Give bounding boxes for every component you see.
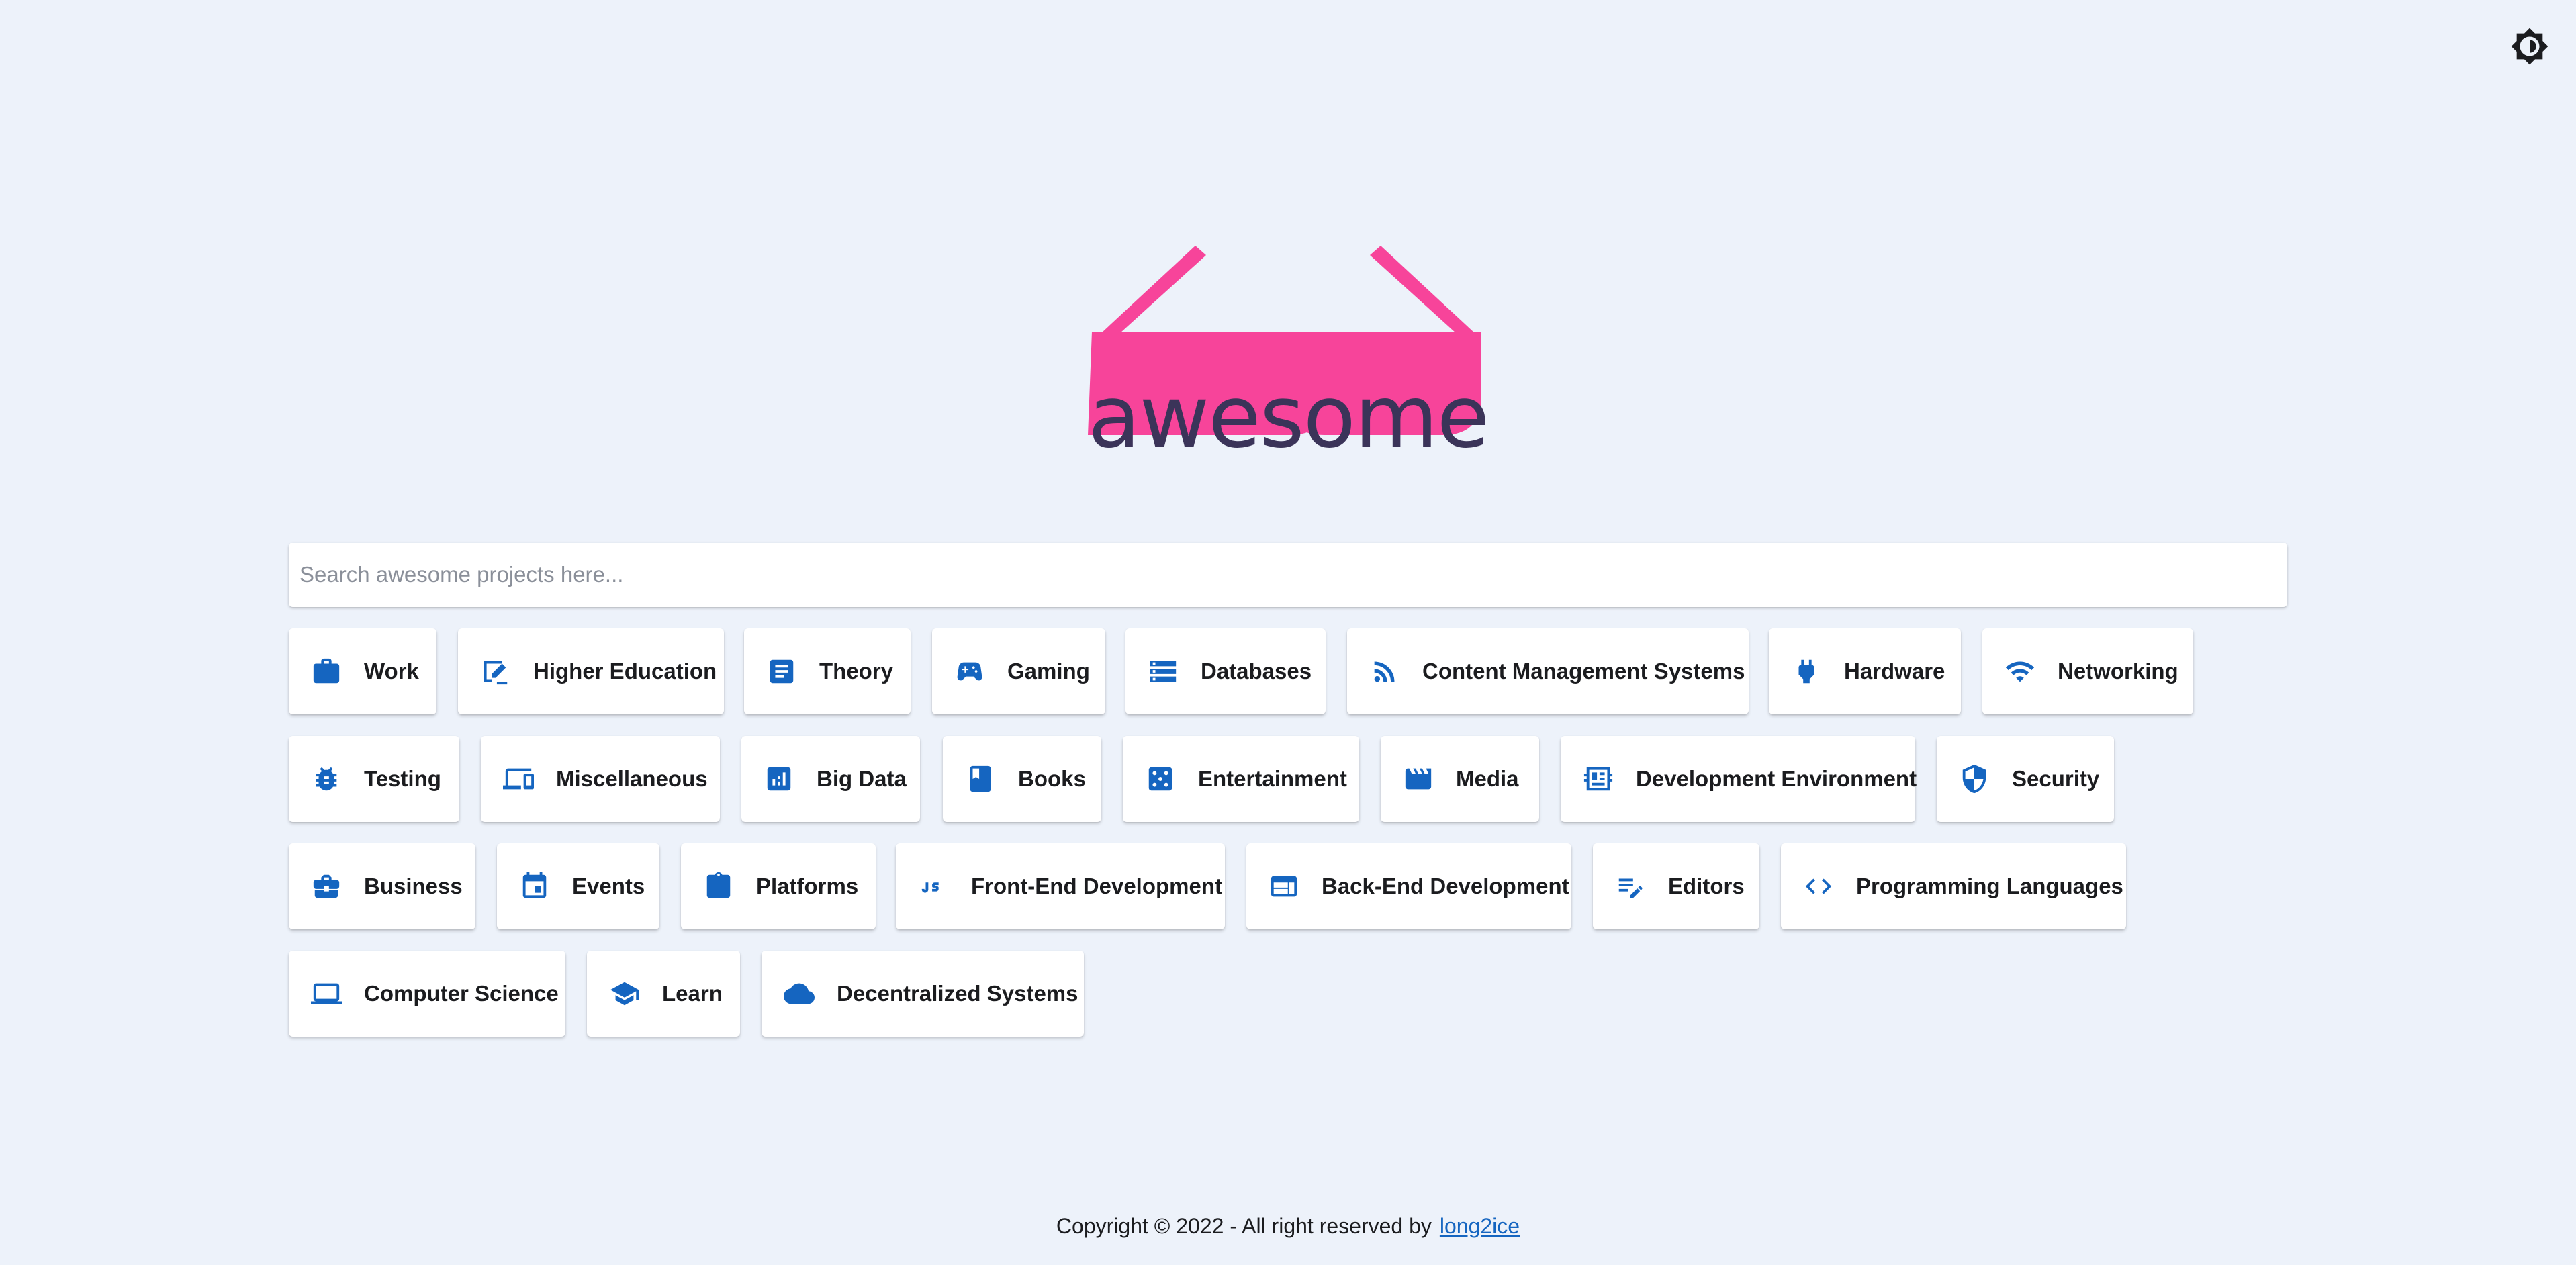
shield-icon	[1958, 763, 1990, 795]
category-label: Business	[364, 874, 463, 898]
category-label: Big Data	[817, 766, 907, 791]
search-bar	[289, 543, 2287, 607]
category-label: Miscellaneous	[556, 766, 708, 791]
category-gaming-button[interactable]: Gaming	[932, 628, 1105, 714]
category-label: Decentralized Systems	[837, 981, 1078, 1006]
category-development-environment-button[interactable]: Development Environment	[1561, 736, 1917, 822]
edit-note-icon	[1614, 870, 1647, 902]
category-label: Back-End Development	[1322, 874, 1569, 898]
category-big-data-button[interactable]: Big Data	[741, 736, 920, 822]
category-testing-button[interactable]: Testing	[289, 736, 459, 822]
category-label: Theory	[819, 659, 894, 684]
devices-icon	[502, 763, 535, 795]
category-computer-science-button[interactable]: Computer Science	[289, 951, 565, 1037]
business-case-icon	[310, 870, 342, 902]
wifi-icon	[2004, 655, 2036, 688]
dashboard-icon	[1582, 763, 1614, 795]
brightness-icon	[2511, 28, 2548, 65]
category-databases-button[interactable]: Databases	[1125, 628, 1326, 714]
category-editors-button[interactable]: Editors	[1593, 843, 1759, 929]
category-label: Hardware	[1844, 659, 1945, 684]
category-label: Security	[2012, 766, 2100, 791]
category-label: Events	[572, 874, 645, 898]
category-platforms-button[interactable]: Platforms	[681, 843, 876, 929]
rss-icon	[1369, 655, 1401, 688]
category-media-button[interactable]: Media	[1381, 736, 1539, 822]
category-business-button[interactable]: Business	[289, 843, 475, 929]
category-back-end-development-button[interactable]: Back-End Development	[1246, 843, 1571, 929]
category-label: Media	[1456, 766, 1519, 791]
logo-wordmark: awesome	[1088, 367, 1489, 467]
draw-icon	[479, 655, 512, 688]
copyright-text: Copyright © 2022 - All right reserved by	[1056, 1214, 1432, 1238]
category-label: Networking	[2058, 659, 2178, 684]
category-label: Computer Science	[364, 981, 559, 1006]
category-label: Platforms	[756, 874, 859, 898]
dice-icon	[1144, 763, 1177, 795]
category-networking-button[interactable]: Networking	[1982, 628, 2193, 714]
category-label: Testing	[364, 766, 441, 791]
category-miscellaneous-button[interactable]: Miscellaneous	[481, 736, 720, 822]
book-icon	[964, 763, 997, 795]
category-front-end-development-button[interactable]: Front-End Development	[896, 843, 1225, 929]
event-icon	[518, 870, 551, 902]
category-label: Development Environment	[1636, 766, 1917, 791]
category-label: Front-End Development	[971, 874, 1223, 898]
category-label: Gaming	[1007, 659, 1090, 684]
category-label: Databases	[1201, 659, 1312, 684]
category-label: Work	[364, 659, 419, 684]
gamepad-icon	[954, 655, 986, 688]
category-label: Entertainment	[1198, 766, 1347, 791]
author-link[interactable]: long2ice	[1440, 1214, 1520, 1238]
theme-toggle-button[interactable]	[2510, 27, 2549, 66]
category-label: Editors	[1668, 874, 1745, 898]
category-higher-education-button[interactable]: Higher Education	[458, 628, 724, 714]
chart-icon	[763, 763, 795, 795]
search-input[interactable]	[289, 543, 2287, 607]
briefcase-icon	[310, 655, 342, 688]
category-label: Programming Languages	[1856, 874, 2123, 898]
web-window-icon	[1268, 870, 1300, 902]
category-label: Books	[1018, 766, 1086, 791]
category-books-button[interactable]: Books	[943, 736, 1101, 822]
footer: Copyright © 2022 - All right reserved by…	[0, 1214, 2576, 1239]
category-hardware-button[interactable]: Hardware	[1769, 628, 1961, 714]
laptop-icon	[310, 978, 342, 1010]
category-label: Content Management Systems	[1422, 659, 1745, 684]
category-label: Learn	[662, 981, 723, 1006]
article-icon	[766, 655, 798, 688]
category-label: Higher Education	[533, 659, 717, 684]
category-decentralized-systems-button[interactable]: Decentralized Systems	[762, 951, 1084, 1037]
category-learn-button[interactable]: Learn	[587, 951, 740, 1037]
bug-icon	[310, 763, 342, 795]
category-security-button[interactable]: Security	[1937, 736, 2114, 822]
category-programming-languages-button[interactable]: Programming Languages	[1781, 843, 2126, 929]
integration-icon	[702, 870, 735, 902]
school-icon	[608, 978, 641, 1010]
plug-icon	[1790, 655, 1823, 688]
storage-icon	[1147, 655, 1179, 688]
code-icon	[1802, 870, 1835, 902]
category-entertainment-button[interactable]: Entertainment	[1123, 736, 1359, 822]
movie-icon	[1402, 763, 1434, 795]
category-events-button[interactable]: Events	[497, 843, 659, 929]
category-content-management-systems-button[interactable]: Content Management Systems	[1347, 628, 1749, 714]
javascript-icon	[917, 870, 950, 902]
cloud-icon	[783, 978, 815, 1010]
category-theory-button[interactable]: Theory	[744, 628, 911, 714]
category-work-button[interactable]: Work	[289, 628, 436, 714]
